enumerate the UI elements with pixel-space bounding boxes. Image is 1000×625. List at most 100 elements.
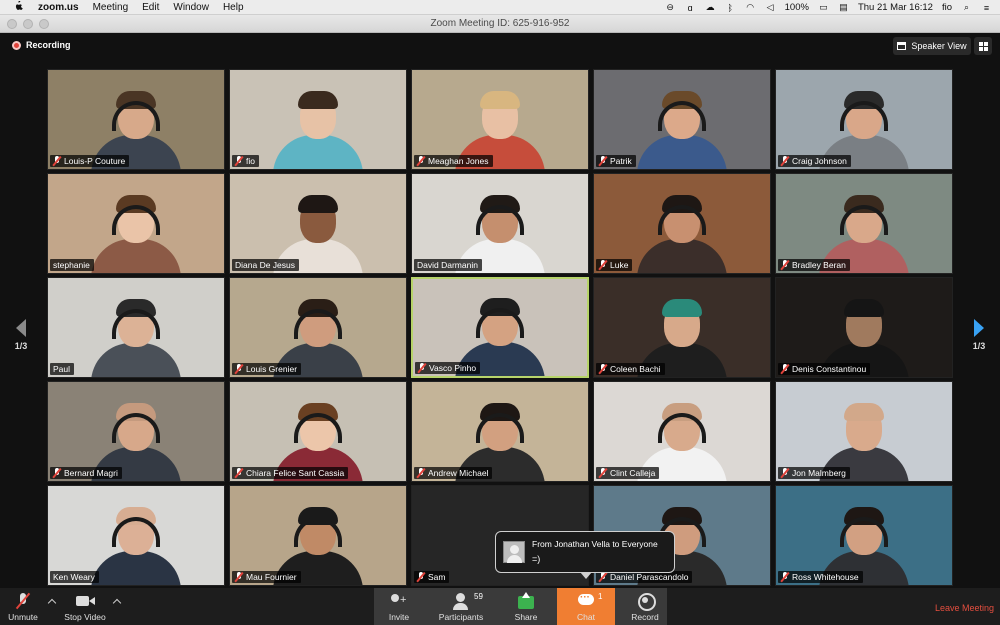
participant-video-tile[interactable]: Vasco Pinho xyxy=(411,277,589,378)
participant-video-tile[interactable]: Craig Johnson xyxy=(775,69,953,170)
participant-video-tile[interactable]: Chiara Felice Sant Cassia xyxy=(229,381,407,482)
participant-name: Patrik xyxy=(610,156,632,166)
participant-name-tag: Paul xyxy=(50,363,75,375)
participant-name-tag: Chiara Felice Sant Cassia xyxy=(232,467,349,479)
speaker-view-label: Speaker View xyxy=(911,41,967,51)
menu-zoom-us[interactable]: zoom.us xyxy=(38,2,79,13)
invite-label: Invite xyxy=(388,612,410,622)
share-screen-button[interactable]: Share xyxy=(511,588,541,625)
participant-name: Louis Grenier xyxy=(246,364,298,374)
participant-name-tag: Jon Malmberg xyxy=(778,467,850,479)
participant-video-tile[interactable]: Clint Calleja xyxy=(593,381,771,482)
participant-count-badge: 59 xyxy=(474,592,483,601)
participant-video-tile[interactable]: Louis Grenier xyxy=(229,277,407,378)
participant-name-tag: Denis Constantinou xyxy=(778,363,871,375)
participant-video-tile[interactable]: Luke xyxy=(593,173,771,274)
participant-name: fio xyxy=(246,156,255,166)
participant-name-tag: Ken Weary xyxy=(50,571,99,583)
muted-microphone-icon xyxy=(235,156,243,166)
participant-name: Luke xyxy=(610,260,629,270)
muted-microphone-icon xyxy=(599,156,607,166)
speaker-view-button[interactable]: Speaker View xyxy=(893,37,971,55)
participant-video-tile[interactable]: Denis Constantinou xyxy=(775,277,953,378)
recording-dot-icon xyxy=(12,40,21,50)
participant-video-tile[interactable]: stephanie xyxy=(47,173,225,274)
spotlight-search-icon[interactable]: ⌕ xyxy=(961,2,972,13)
participant-name: Coleen Bachi xyxy=(610,364,661,374)
participant-video-tile[interactable]: Meaghan Jones xyxy=(411,69,589,170)
next-page-button[interactable]: 1/3 xyxy=(970,319,988,351)
participant-name-tag: Bernard Magri xyxy=(50,467,122,479)
fullscreen-button[interactable] xyxy=(974,37,992,55)
muted-microphone-icon xyxy=(235,572,243,582)
status-circle-icon[interactable]: ⊖ xyxy=(665,2,676,13)
chat-notification-from: From Jonathan Vella to Everyone xyxy=(532,539,658,549)
menu-meeting[interactable]: Meeting xyxy=(93,2,129,13)
participant-video-tile[interactable]: David Darmanin xyxy=(411,173,589,274)
menubar-clock[interactable]: Thu 21 Mar 16:12 xyxy=(858,2,933,13)
muted-microphone-icon xyxy=(417,468,425,478)
stop-video-button[interactable]: Stop Video xyxy=(62,588,108,625)
muted-microphone-icon xyxy=(599,260,607,270)
participant-video-tile[interactable]: Louis-P Couture xyxy=(47,69,225,170)
participants-icon xyxy=(450,592,472,610)
muted-microphone-icon xyxy=(781,156,789,166)
participant-name-tag: Patrik xyxy=(596,155,636,167)
volume-icon[interactable]: ◁ xyxy=(765,2,776,13)
participant-name-tag: Bradley Beran xyxy=(778,259,850,271)
participant-video-tile[interactable]: Patrik xyxy=(593,69,771,170)
muted-microphone-icon xyxy=(781,468,789,478)
signature-icon[interactable]: ɑ xyxy=(685,3,696,13)
chat-button[interactable]: Chat xyxy=(572,588,600,625)
menubar-user[interactable]: fio xyxy=(942,2,952,13)
chat-notification[interactable]: From Jonathan Vella to Everyone =) xyxy=(495,531,675,579)
muted-microphone-icon xyxy=(12,592,34,610)
menu-window[interactable]: Window xyxy=(173,2,209,13)
participant-video-tile[interactable]: Diana De Jesus xyxy=(229,173,407,274)
participant-video-tile[interactable]: Jon Malmberg xyxy=(775,381,953,482)
muted-microphone-icon xyxy=(417,156,425,166)
unmute-button[interactable]: Unmute xyxy=(6,588,40,625)
share-screen-icon xyxy=(515,592,537,610)
battery-icon[interactable]: ▭ xyxy=(818,2,829,13)
speaker-view-icon xyxy=(897,42,907,50)
participant-video-tile[interactable]: Ken Weary xyxy=(47,485,225,586)
participant-video-figure xyxy=(263,79,373,169)
audio-options-chevron-icon[interactable] xyxy=(47,598,57,608)
notification-center-icon[interactable]: ≡ xyxy=(981,3,992,13)
menu-help[interactable]: Help xyxy=(223,2,244,13)
menu-edit[interactable]: Edit xyxy=(142,2,159,13)
wifi-icon[interactable]: ◠ xyxy=(745,2,756,13)
muted-microphone-icon xyxy=(781,260,789,270)
window-title-bar: Zoom Meeting ID: 625-916-952 xyxy=(0,15,1000,33)
participant-name: Daniel Parascandolo xyxy=(610,572,689,582)
participant-name: Mau Fournier xyxy=(246,572,297,582)
muted-microphone-icon xyxy=(53,156,61,166)
participant-name-tag: Mau Fournier xyxy=(232,571,301,583)
participant-video-tile[interactable]: Andrew Michael xyxy=(411,381,589,482)
record-button[interactable]: Record xyxy=(628,588,662,625)
participant-video-tile[interactable]: Bradley Beran xyxy=(775,173,953,274)
participant-video-tile[interactable]: Bernard Magri xyxy=(47,381,225,482)
invite-button[interactable]: Invite xyxy=(383,588,415,625)
muted-microphone-icon xyxy=(53,468,61,478)
flag-icon[interactable]: ▤ xyxy=(838,2,849,13)
recording-label: Recording xyxy=(26,40,71,50)
participant-video-tile[interactable]: Ross Whitehouse xyxy=(775,485,953,586)
cloud-icon[interactable]: ☁ xyxy=(705,2,716,13)
participant-video-tile[interactable]: Mau Fournier xyxy=(229,485,407,586)
recording-indicator[interactable]: Recording xyxy=(12,40,71,50)
apple-menu-icon[interactable] xyxy=(14,0,24,14)
participant-video-tile[interactable]: Coleen Bachi xyxy=(593,277,771,378)
meeting-toolbar: Unmute Stop Video Invite Participants 59… xyxy=(0,588,1000,625)
participant-video-tile[interactable]: fio xyxy=(229,69,407,170)
video-options-chevron-icon[interactable] xyxy=(112,598,122,608)
bluetooth-icon[interactable]: ᛒ xyxy=(725,3,736,13)
participant-video-tile[interactable]: Paul xyxy=(47,277,225,378)
battery-percentage: 100% xyxy=(784,2,809,13)
participant-name: Ross Whitehouse xyxy=(792,572,859,582)
participant-name: Vasco Pinho xyxy=(429,363,477,373)
previous-page-button[interactable]: 1/3 xyxy=(12,319,30,351)
leave-meeting-button[interactable]: Leave Meeting xyxy=(935,603,994,613)
gallery-grid: Louis-P Couture fio Meaghan Jones Patrik Cra… xyxy=(47,69,953,586)
